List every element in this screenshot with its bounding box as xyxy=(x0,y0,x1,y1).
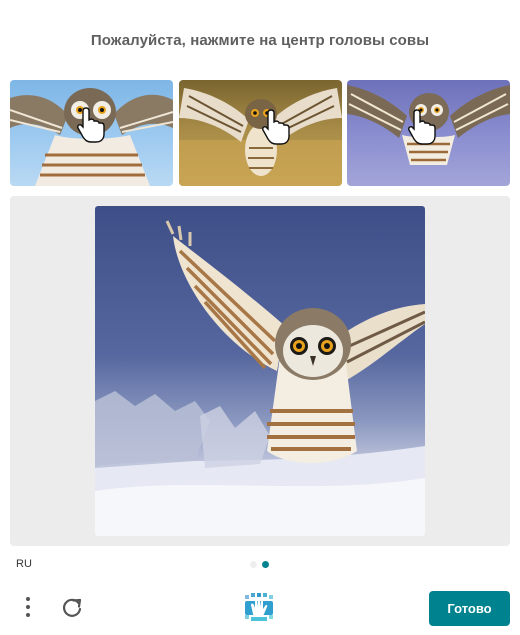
language-selector[interactable]: RU xyxy=(16,558,32,570)
example-image xyxy=(10,80,173,186)
owl-picture xyxy=(95,220,425,536)
challenge-task-area xyxy=(10,196,510,546)
owl-example-picture xyxy=(179,88,342,186)
refresh-icon xyxy=(63,598,82,617)
page-dot xyxy=(250,561,257,568)
owl-example-picture xyxy=(347,85,510,165)
submit-button[interactable]: Готово xyxy=(429,591,510,626)
page-dot-active xyxy=(262,561,269,568)
menu-button[interactable] xyxy=(18,594,38,620)
refresh-button[interactable] xyxy=(59,594,85,620)
challenge-prompt: Пожалуйста, нажмите на центр головы совы xyxy=(90,32,430,49)
vertical-dots-icon xyxy=(26,597,30,601)
example-image xyxy=(179,80,342,186)
challenge-image[interactable] xyxy=(95,206,425,536)
example-image xyxy=(347,80,510,186)
example-images xyxy=(10,80,510,186)
owl-example-picture xyxy=(10,88,173,186)
hcaptcha-logo-icon[interactable] xyxy=(242,590,276,624)
